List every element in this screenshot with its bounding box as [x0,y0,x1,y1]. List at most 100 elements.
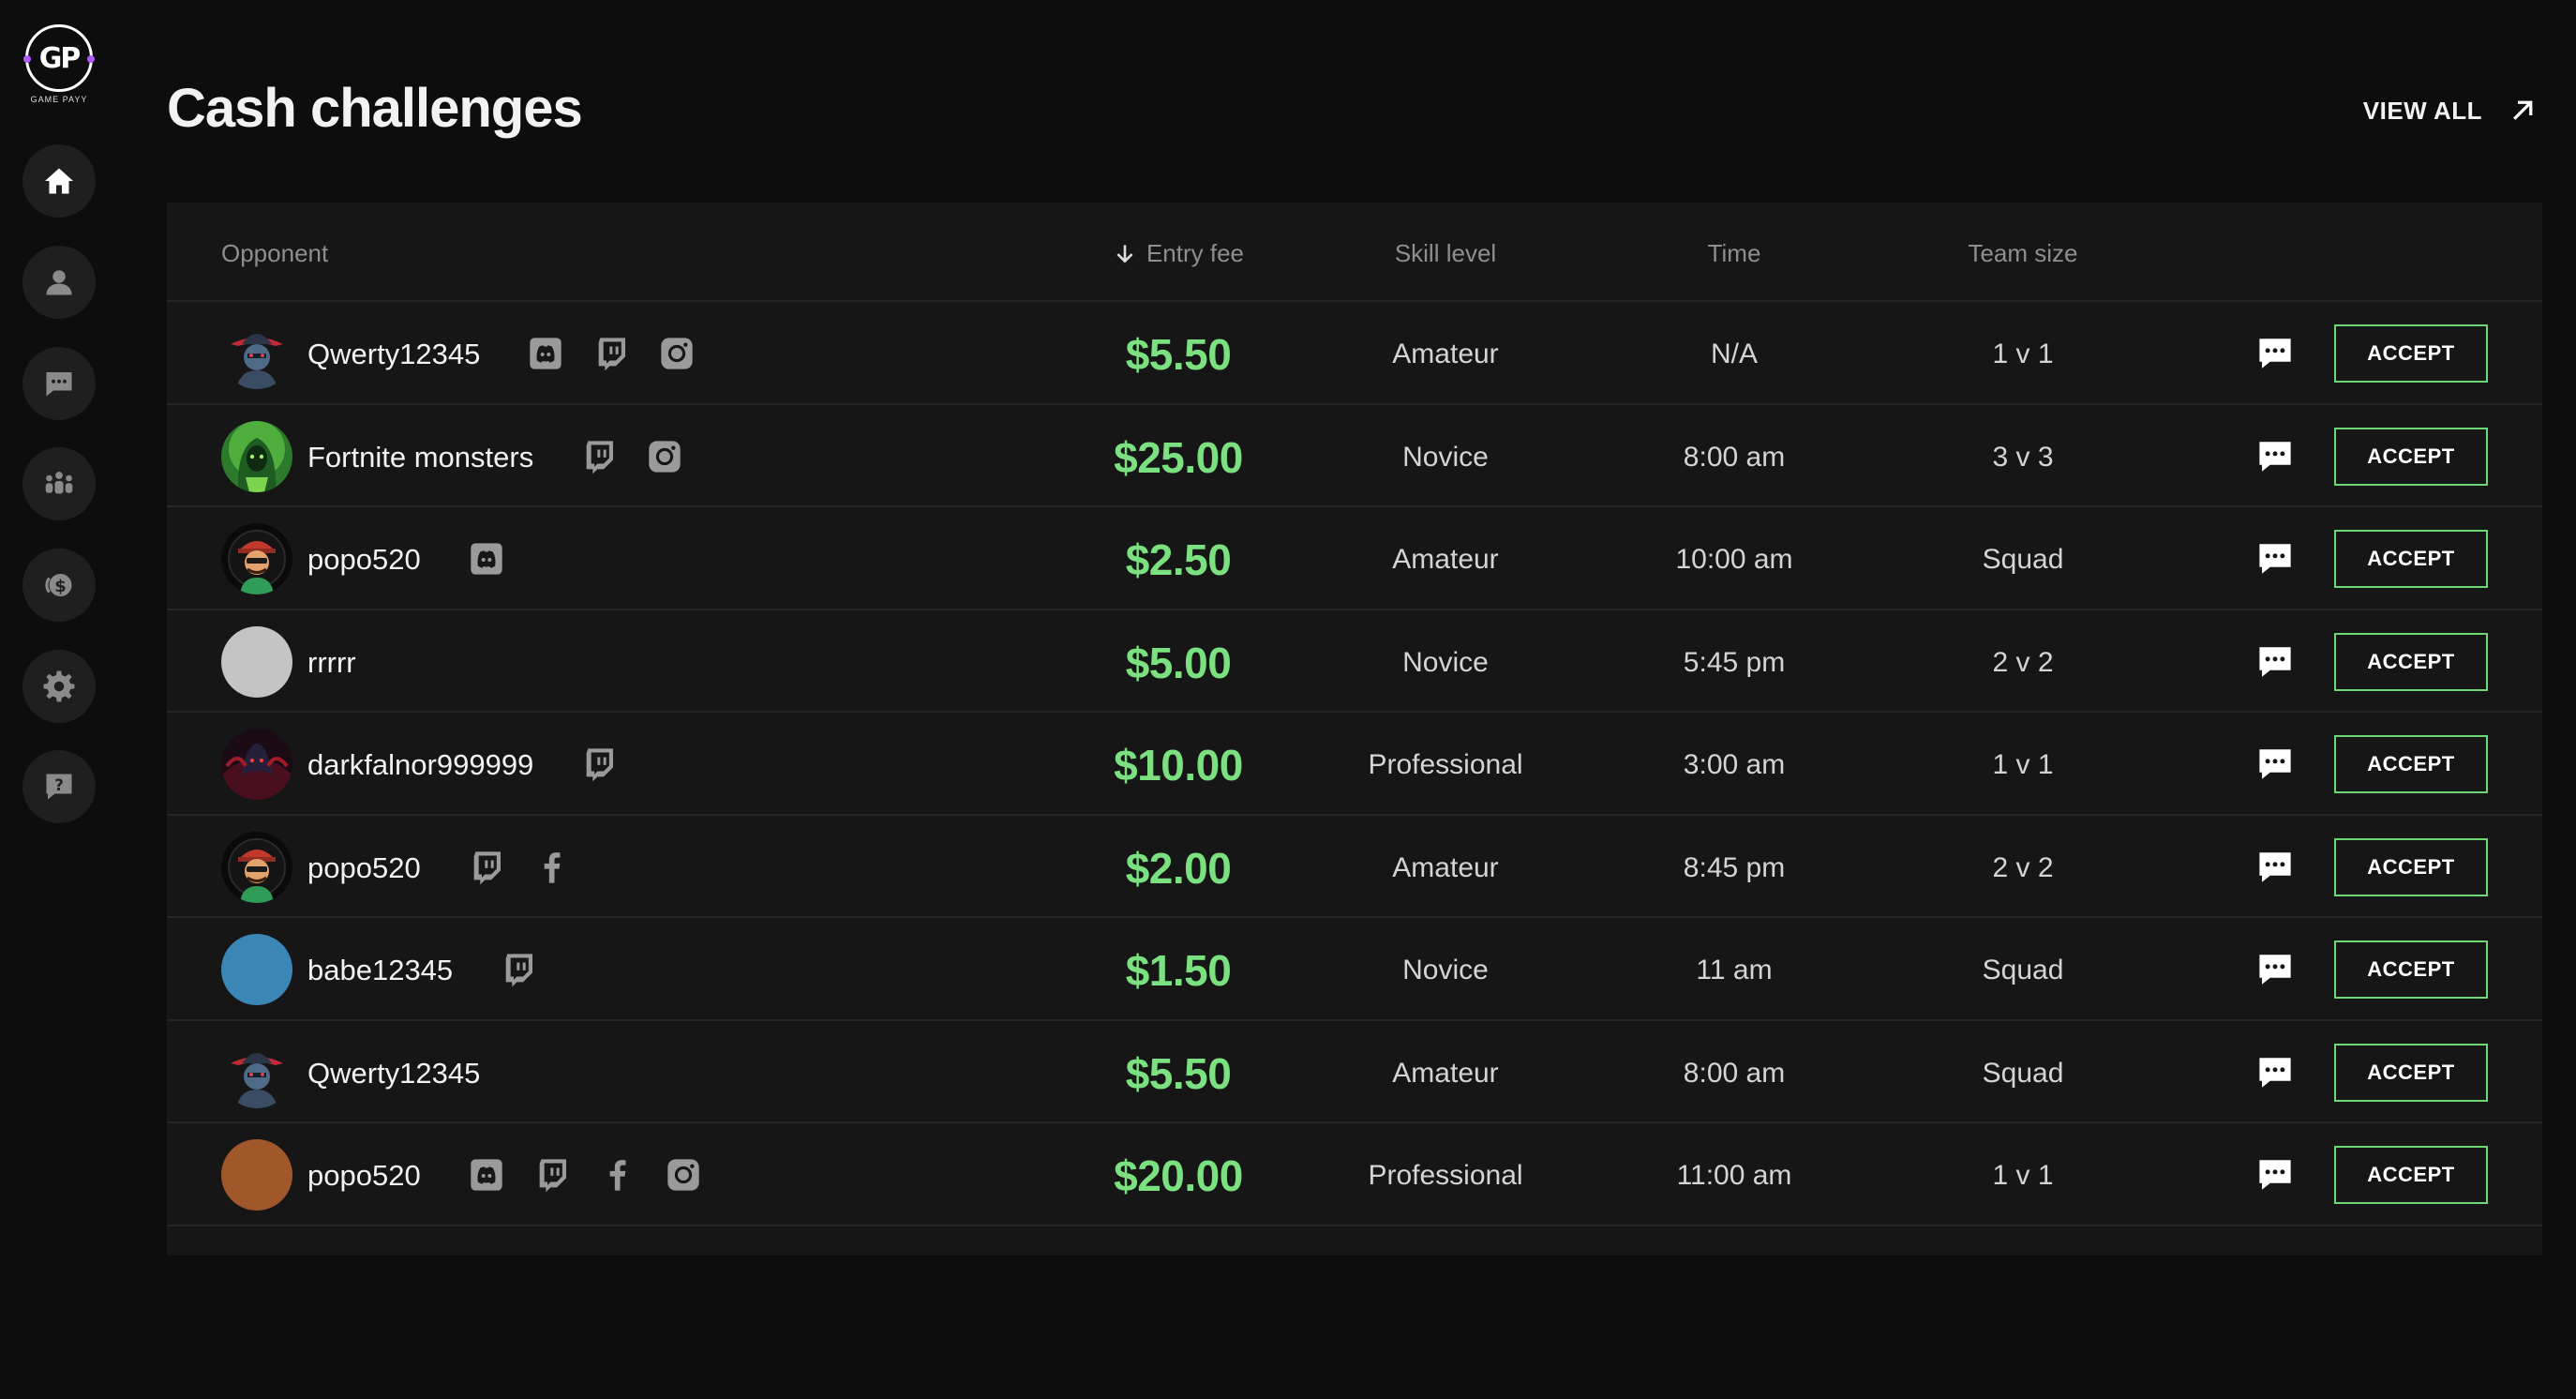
discord-icon[interactable] [468,1156,505,1194]
message-button[interactable] [2255,642,2295,682]
message-button[interactable] [2255,950,2295,989]
message-button[interactable] [2255,539,2295,579]
discord-icon[interactable] [468,540,505,578]
challenge-time: 3:00 am [1683,749,1786,780]
chat-icon [2259,441,2291,472]
cowboy-avatar[interactable] [221,318,292,389]
column-header-skill-level[interactable]: Skill level [1295,236,1595,270]
instagram-icon[interactable] [658,335,696,372]
twitch-icon[interactable] [580,438,618,475]
facebook-icon[interactable] [599,1156,637,1194]
social-links [580,438,683,475]
accept-button[interactable]: ACCEPT [2334,1146,2488,1204]
skill-level: Amateur [1392,1057,1499,1089]
sidebar-item-home[interactable] [22,144,96,218]
cowboy-avatar[interactable] [221,1036,292,1108]
home-icon [45,168,73,194]
opponent-name[interactable]: babe12345 [307,952,453,989]
orange-avatar[interactable] [221,1139,292,1211]
twitch-icon[interactable] [533,1156,571,1194]
team-size: 2 v 2 [1992,851,2054,883]
twitch-icon[interactable] [500,951,537,988]
skill-level: Professional [1368,749,1523,780]
column-header-entry-fee[interactable]: Entry fee [1014,236,1342,270]
accept-button[interactable]: ACCEPT [2334,427,2488,486]
chat-icon [2259,544,2291,574]
opponent-name[interactable]: darkfalnor999999 [307,746,533,784]
message-button[interactable] [2255,1155,2295,1195]
social-links [468,540,505,578]
view-all-link[interactable]: VIEW ALL [2363,92,2537,129]
game-payy-logo[interactable]: GP GAME PAYY [19,24,99,109]
accept-button[interactable]: ACCEPT [2334,837,2488,896]
opponent-name[interactable]: rrrrr [307,644,356,682]
logo-subtitle: GAME PAYY [30,95,88,104]
opponent-name[interactable]: Qwerty12345 [307,1055,480,1092]
twitch-icon[interactable] [468,849,505,886]
help-icon: ? [46,774,72,800]
sidebar-item-profile[interactable] [22,246,96,319]
chat-icon [2259,646,2291,677]
challenge-time: 11 am [1696,955,1773,985]
table-row: Fortnite monsters $25.00 Novice 8:00 am 3 v … [167,405,2542,507]
instagram-icon[interactable] [646,438,683,475]
twitch-icon[interactable] [580,745,618,783]
message-button[interactable] [2255,745,2295,784]
chat-icon [2259,1057,2291,1088]
column-header-opponent[interactable]: Opponent [221,236,328,270]
hooded-avatar[interactable] [221,420,292,492]
team-size: 1 v 1 [1992,338,2054,369]
accept-button[interactable]: ACCEPT [2334,324,2488,383]
gear-icon [43,670,75,702]
challenge-time: 11:00 am [1676,1160,1792,1191]
sidebar-item-settings[interactable] [22,650,96,723]
team-size: Squad [1982,544,2064,575]
challenge-time: 8:45 pm [1683,851,1786,883]
opponent-name[interactable]: Qwerty12345 [307,336,480,373]
team-size: 2 v 2 [1992,646,2054,678]
sidebar-item-teams[interactable] [22,447,96,520]
mascot-avatar[interactable] [221,523,292,594]
facebook-icon[interactable] [533,849,571,886]
sidebar-item-help[interactable]: ? [22,750,96,823]
table-body: Qwerty12345 $5.50 Amateur N/A 1 v 1 ACCEPT For… [167,302,2542,1226]
skill-level: Novice [1402,441,1489,473]
accept-button[interactable]: ACCEPT [2334,530,2488,588]
table-row: popo520 $2.50 Amateur 10:00 am Squad ACCEPT [167,507,2542,610]
accept-button[interactable]: ACCEPT [2334,735,2488,793]
message-button[interactable] [2255,848,2295,887]
chat-icon [46,372,72,397]
message-button[interactable] [2255,437,2295,476]
message-button[interactable] [2255,334,2295,373]
entry-fee: $25.00 [1114,432,1243,482]
entry-fee: $20.00 [1114,1151,1243,1200]
mascot-avatar[interactable] [221,831,292,903]
blue-avatar[interactable] [221,934,292,1005]
chat-icon [2259,1160,2291,1190]
team-size: 1 v 1 [1992,749,2054,780]
skill-level: Amateur [1392,544,1499,575]
challenge-time: 5:45 pm [1683,646,1786,678]
opponent-name[interactable]: popo520 [307,1157,421,1195]
accept-button[interactable]: ACCEPT [2334,940,2488,999]
dark-avatar[interactable] [221,729,292,800]
opponent-name[interactable]: popo520 [307,850,421,887]
sidebar-item-messages[interactable] [22,347,96,420]
instagram-icon[interactable] [665,1156,702,1194]
opponent-name[interactable]: Fortnite monsters [307,439,533,476]
twitch-icon[interactable] [592,335,630,372]
sidebar-item-wallet[interactable]: $ [22,549,96,622]
entry-fee: $2.00 [1125,843,1232,893]
table-row: rrrrr $5.00 Novice 5:45 pm 2 v 2 ACCEPT [167,610,2542,713]
column-header-team-size[interactable]: Team size [1873,236,2173,270]
skill-level: Novice [1402,955,1489,985]
gray-avatar[interactable] [221,625,292,698]
opponent-name[interactable]: popo520 [307,541,421,579]
entry-fee: $5.50 [1125,330,1232,379]
column-header-time[interactable]: Time [1584,236,1884,270]
table-row: Qwerty12345 $5.50 Amateur N/A 1 v 1 ACCEPT [167,302,2542,405]
message-button[interactable] [2255,1053,2295,1092]
accept-button[interactable]: ACCEPT [2334,632,2488,691]
discord-icon[interactable] [527,335,564,372]
accept-button[interactable]: ACCEPT [2334,1043,2488,1102]
